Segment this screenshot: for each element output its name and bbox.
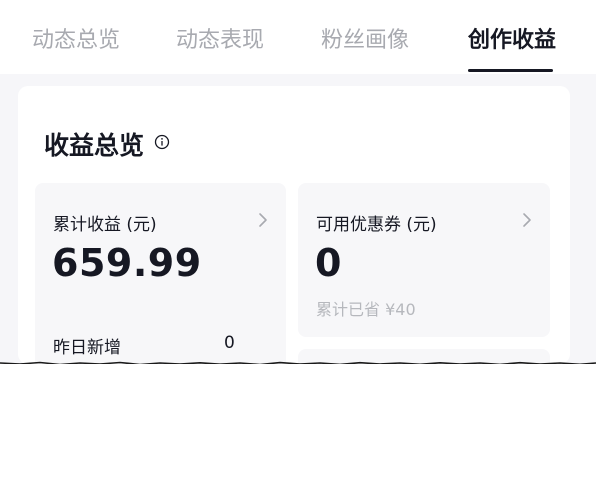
cumulative-earnings-card[interactable]: 累计收益 (元) 659.99 昨日新增 0 [35,183,286,373]
yesterday-new-value: 0 [224,333,235,353]
cumulative-earnings-label: 累计收益 (元) [53,215,157,235]
chevron-right-icon [259,213,267,227]
tab-creator-earnings[interactable]: 创作收益 [468,22,556,54]
active-tab-indicator [468,69,553,72]
available-coupons-card[interactable]: 可用优惠券 (元) 0 累计已省 ¥40 [298,183,550,337]
info-icon[interactable] [154,134,170,150]
tab-overview[interactable]: 动态总览 [32,22,120,54]
chevron-right-icon [523,213,531,227]
yesterday-new-label: 昨日新增 [53,338,121,358]
tab-fan-profile[interactable]: 粉丝画像 [321,22,409,54]
total-saved-text: 累计已省 ¥40 [316,300,416,319]
tab-performance[interactable]: 动态表现 [176,22,264,54]
blank-area [0,364,596,486]
tab-bar: 动态总览 动态表现 粉丝画像 创作收益 [0,0,596,74]
cumulative-earnings-value: 659.99 [52,241,202,285]
earnings-overview-panel: 收益总览 累计收益 (元) 659.99 昨日新增 0 可用优惠券 (元) 0 … [18,86,570,389]
available-coupons-value: 0 [315,241,342,285]
available-coupons-label: 可用优惠券 (元) [316,215,437,235]
panel-title: 收益总览 [44,131,145,160]
main-content: 收益总览 累计收益 (元) 659.99 昨日新增 0 可用优惠券 (元) 0 … [0,74,596,389]
